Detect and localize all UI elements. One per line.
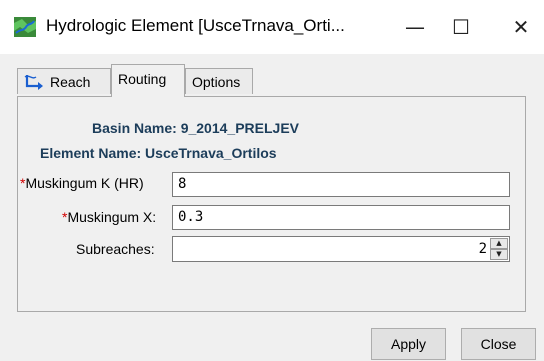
apply-button[interactable]: Apply — [371, 328, 446, 360]
tab-routing[interactable]: Routing — [111, 64, 185, 97]
window-title: Hydrologic Element [UsceTrnava_Orti... — [46, 16, 345, 35]
basin-name-row: Basin Name: 9_2014_PRELJEV — [92, 120, 299, 136]
minimize-button[interactable]: — — [392, 0, 438, 54]
muskingum-k-input[interactable]: 8 — [172, 172, 510, 197]
subreaches-value: 2 — [478, 241, 487, 257]
muskingum-x-label-group: *Muskingum X: — [62, 209, 156, 225]
muskingum-k-label: Muskingum K (HR) — [25, 175, 144, 191]
subreaches-spinner[interactable]: 2 ▲ ▼ — [172, 236, 510, 262]
muskingum-k-label-group: *Muskingum K (HR) — [20, 175, 144, 191]
close-button[interactable]: Close — [461, 328, 536, 360]
tab-routing-label: Routing — [118, 71, 167, 87]
element-name-row: Element Name: UsceTrnava_Ortilos — [40, 145, 277, 161]
basin-name-label: Basin Name: — [92, 120, 177, 136]
title-bar: Hydrologic Element [UsceTrnava_Orti... —… — [0, 0, 544, 54]
tab-reach-label: Reach — [50, 73, 91, 90]
reach-icon — [24, 74, 43, 90]
basin-map-icon — [14, 17, 36, 37]
basin-name-value: 9_2014_PRELJEV — [180, 120, 300, 136]
tab-reach[interactable]: Reach — [17, 68, 111, 94]
tab-options[interactable]: Options — [185, 68, 253, 94]
spin-down-button[interactable]: ▼ — [490, 249, 508, 260]
spin-up-button[interactable]: ▲ — [490, 238, 508, 249]
maximize-button[interactable]: ☐ — [438, 0, 484, 54]
subreaches-label: Subreaches: — [76, 241, 155, 257]
element-name-value: UsceTrnava_Ortilos — [145, 145, 277, 161]
spinner-buttons: ▲ ▼ — [490, 238, 508, 260]
muskingum-x-input[interactable]: 0.3 — [172, 205, 510, 230]
element-name-label: Element Name: — [40, 145, 142, 161]
close-window-button[interactable]: ✕ — [498, 0, 544, 54]
muskingum-x-label: Muskingum X: — [67, 209, 157, 225]
tab-options-label: Options — [192, 73, 241, 90]
